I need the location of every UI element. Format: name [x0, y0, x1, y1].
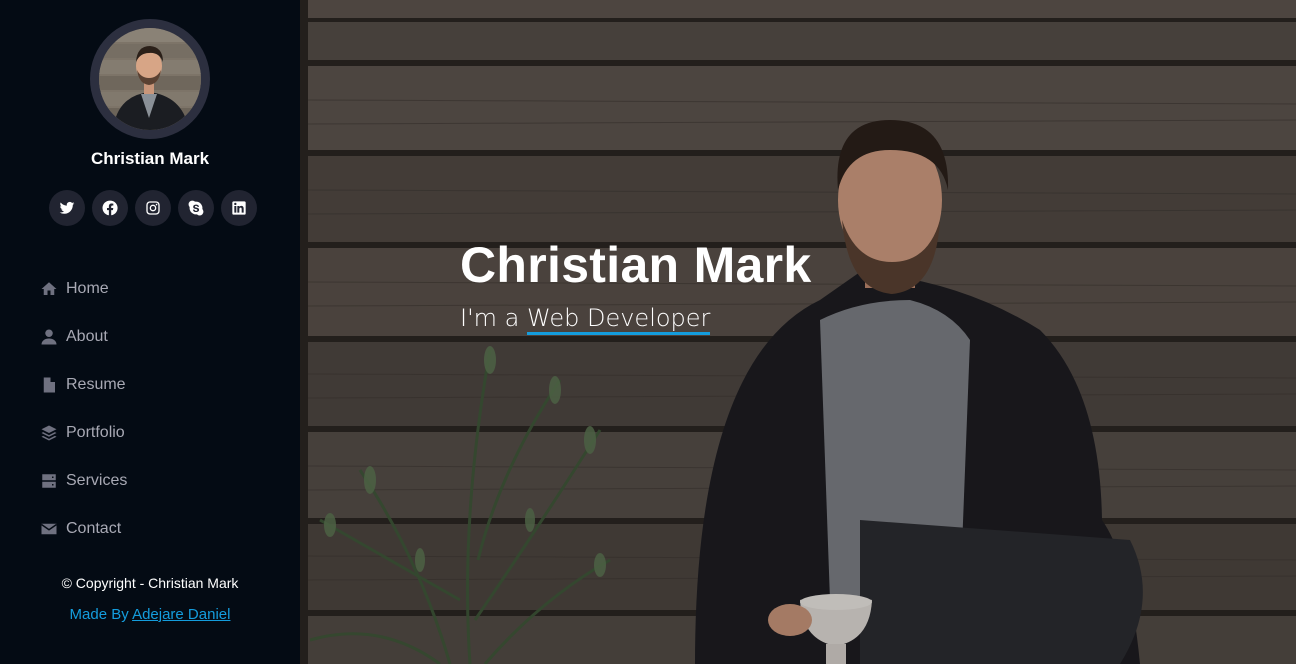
linkedin-icon [232, 201, 246, 215]
profile-name: Christian Mark [90, 149, 210, 168]
social-links [49, 190, 257, 226]
credits-link[interactable]: Adejare Daniel [132, 606, 230, 623]
nav-item-label: Resume [66, 376, 126, 393]
envelope-icon [41, 523, 57, 535]
avatar [99, 28, 201, 130]
file-icon [43, 377, 55, 393]
nav-item-label: About [66, 328, 108, 345]
user-icon [41, 329, 57, 345]
nav-item-services[interactable]: Services [40, 457, 127, 505]
nav-item-label: Services [66, 472, 128, 489]
nav-item-about[interactable]: About [40, 313, 127, 361]
hero-subtitle: I'm a Web Developer [460, 304, 711, 335]
linkedin-link[interactable] [221, 190, 257, 226]
nav-item-label: Portfolio [66, 424, 125, 441]
nav-item-label: Contact [66, 520, 122, 537]
nav-item-resume[interactable]: Resume [40, 361, 127, 409]
sidebar: Christian Mark Home About Resume Portfol… [0, 0, 300, 664]
facebook-icon [102, 200, 118, 216]
nav-item-contact[interactable]: Contact [40, 505, 127, 553]
instagram-link[interactable] [135, 190, 171, 226]
instagram-icon [146, 201, 160, 215]
twitter-link[interactable] [49, 190, 85, 226]
home-icon [41, 282, 57, 295]
credits-prefix: Made By [69, 606, 133, 623]
nav-item-label: Home [66, 280, 109, 297]
credits: Made By Adejare Daniel [0, 606, 300, 623]
nav-item-home[interactable]: Home [40, 265, 127, 313]
hero-background-image [300, 0, 1296, 664]
hero-subtitle-prefix: I'm a [460, 304, 528, 332]
hero-section: Christian Mark I'm a Web Developer [300, 0, 1296, 664]
avatar-ring [90, 19, 210, 139]
facebook-link[interactable] [92, 190, 128, 226]
layers-icon [41, 425, 57, 441]
server-icon [42, 474, 56, 488]
skype-link[interactable] [178, 190, 214, 226]
skype-icon [188, 200, 204, 216]
typed-text: Web Developer [527, 304, 711, 335]
twitter-icon [59, 201, 75, 214]
nav-menu: Home About Resume Portfolio Services Con… [40, 265, 127, 553]
hero-title: Christian Mark [460, 237, 812, 293]
copyright: © Copyright - Christian Mark [61, 575, 239, 591]
nav-item-portfolio[interactable]: Portfolio [40, 409, 127, 457]
